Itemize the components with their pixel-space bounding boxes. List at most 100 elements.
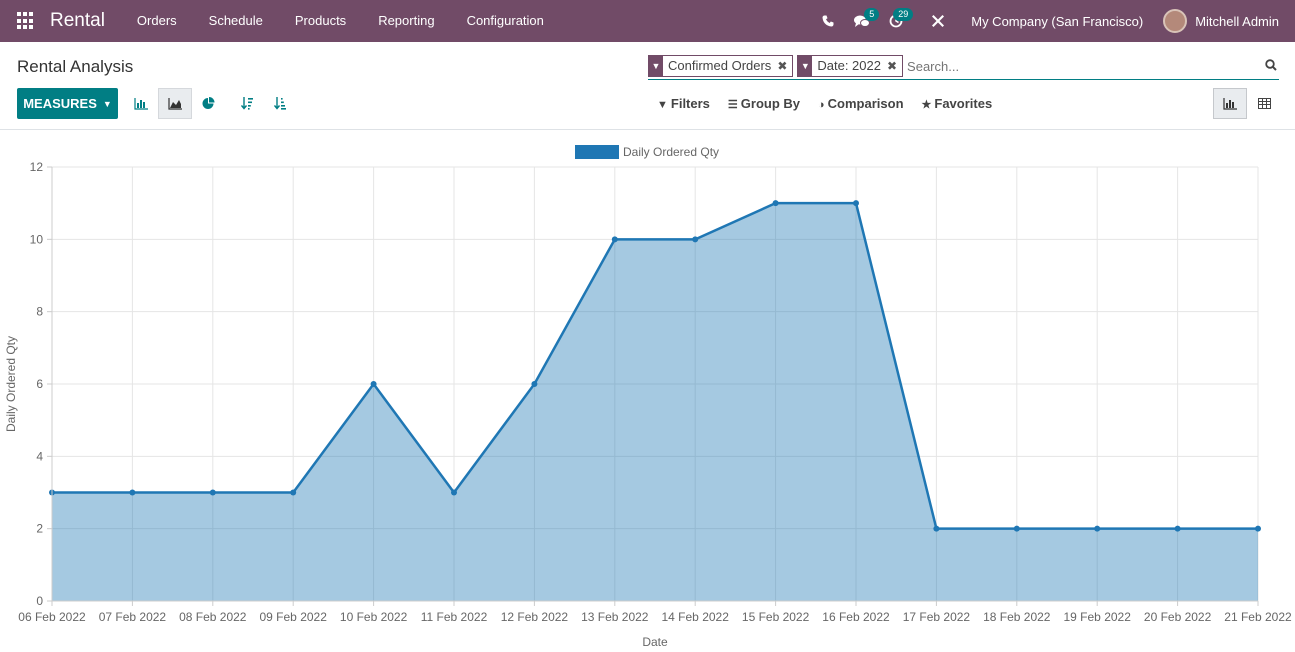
pivot-view-button[interactable]: [1247, 88, 1281, 119]
x-tick-label: 08 Feb 2022: [179, 610, 247, 624]
chat-icon[interactable]: 5: [845, 0, 880, 42]
x-tick-label: 18 Feb 2022: [983, 610, 1051, 624]
data-point: [451, 489, 457, 496]
menu-item-schedule[interactable]: Schedule: [193, 0, 279, 42]
sort-ascending-button[interactable]: [263, 88, 297, 119]
user-avatar[interactable]: [1163, 9, 1188, 33]
filters-dropdown[interactable]: ▼ Filters: [657, 96, 710, 111]
search-bar: ▼ Confirmed Orders ✖ ▼ Date: 2022 ✖: [648, 53, 1279, 80]
filter-icon: ▼: [649, 56, 663, 76]
star-icon: ★: [921, 99, 932, 111]
user-menu[interactable]: Mitchell Admin: [1195, 14, 1279, 29]
x-tick-label: 21 Feb 2022: [1224, 610, 1292, 624]
search-input[interactable]: [907, 55, 1265, 77]
filter-icon: ▼: [657, 99, 668, 111]
legend-swatch: [575, 145, 619, 159]
x-tick-label: 17 Feb 2022: [903, 610, 971, 624]
navbar-systray: 5 29 My Company (San Francisco) Mitchell…: [811, 0, 1295, 42]
data-point: [1013, 525, 1020, 532]
menu-item-configuration[interactable]: Configuration: [451, 0, 560, 42]
chart-series-area: [49, 200, 1261, 601]
x-tick-label: 09 Feb 2022: [260, 610, 328, 624]
x-tick-label: 16 Feb 2022: [822, 610, 890, 624]
facet-date-2022: ▼ Date: 2022 ✖: [797, 55, 904, 77]
legend-label: Daily Ordered Qty: [623, 145, 719, 159]
y-tick-label: 2: [36, 522, 43, 536]
measures-button[interactable]: MEASURES ▼: [17, 88, 118, 119]
area-chart: 0 2 4 6 8 10 12 06 Feb 2022 07 Feb 2022 08 Feb 20…: [4, 145, 1292, 649]
x-tick-label: 15 Feb 2022: [742, 610, 810, 624]
x-axis-title: Date: [642, 635, 668, 649]
table-icon: [1257, 98, 1271, 109]
data-point: [1174, 525, 1181, 532]
x-tick-label: 12 Feb 2022: [501, 610, 569, 624]
facet-label: Confirmed Orders: [668, 58, 772, 73]
data-point: [370, 381, 377, 387]
group-by-label: Group By: [740, 96, 801, 111]
main-menu: Orders Schedule Products Reporting Confi…: [121, 0, 560, 42]
x-tick-label: 11 Feb 2022: [421, 610, 488, 624]
favorites-dropdown[interactable]: ★ Favorites: [922, 96, 993, 111]
x-tick-label: 07 Feb 2022: [99, 610, 167, 624]
data-point: [692, 236, 699, 243]
x-tick-label: 13 Feb 2022: [581, 610, 649, 624]
menu-item-products[interactable]: Products: [279, 0, 362, 42]
y-tick-label: 0: [36, 594, 43, 608]
line-chart-button[interactable]: [158, 88, 192, 119]
filters-label: Filters: [670, 96, 710, 111]
favorites-label: Favorites: [934, 96, 993, 111]
apps-menu-icon[interactable]: [17, 12, 35, 30]
facet-confirmed-orders: ▼ Confirmed Orders ✖: [648, 55, 794, 77]
activities-badge: 29: [893, 8, 914, 21]
app-brand[interactable]: Rental: [50, 10, 105, 32]
x-tick-label: 06 Feb 2022: [18, 610, 86, 624]
y-tick-label: 8: [36, 305, 43, 319]
bar-chart-button[interactable]: [124, 88, 158, 119]
pie-chart-icon: [202, 97, 214, 109]
company-switcher[interactable]: My Company (San Francisco): [971, 14, 1143, 29]
graph-view-button[interactable]: [1213, 88, 1247, 119]
y-tick-label: 12: [30, 160, 44, 174]
x-tick-label: 10 Feb 2022: [340, 610, 408, 624]
sort-descending-button[interactable]: [230, 88, 264, 119]
search-options: ▼ Filters ☰ Group By ◑ Comparison ★ Favorite…: [657, 96, 1010, 111]
data-point: [1094, 525, 1101, 532]
area-chart-icon: [168, 97, 182, 110]
y-axis-title: Daily Ordered Qty: [4, 336, 18, 432]
data-point: [290, 489, 297, 496]
adjust-icon: ◑: [818, 99, 825, 111]
x-tick-label: 20 Feb 2022: [1144, 610, 1212, 624]
facet-label: Date: 2022: [817, 58, 881, 73]
data-point: [853, 200, 859, 207]
data-point: [1255, 525, 1261, 532]
data-point: [129, 489, 136, 496]
sort-descending-icon: [241, 97, 253, 110]
chart-legend[interactable]: Daily Ordered Qty: [575, 145, 719, 159]
y-tick-label: 6: [36, 377, 43, 391]
caret-down-icon: ▼: [102, 98, 112, 109]
group-by-dropdown[interactable]: ☰ Group By: [728, 96, 800, 111]
comparison-dropdown[interactable]: ◑ Comparison: [818, 96, 904, 111]
top-navbar: Rental Orders Schedule Products Reportin…: [0, 0, 1295, 42]
x-tick-label: 19 Feb 2022: [1064, 610, 1132, 624]
data-point: [209, 489, 216, 496]
data-point: [772, 200, 779, 207]
remove-facet-icon[interactable]: ✖: [887, 56, 902, 76]
menu-item-reporting[interactable]: Reporting: [362, 0, 450, 42]
menu-item-orders[interactable]: Orders: [121, 0, 193, 42]
remove-facet-icon[interactable]: ✖: [777, 56, 792, 76]
bar-chart-icon: [1223, 97, 1237, 110]
page-title: Rental Analysis: [17, 57, 134, 76]
list-icon: ☰: [727, 99, 738, 111]
measures-label: MEASURES: [23, 96, 97, 111]
sort-ascending-icon: [274, 97, 286, 110]
search-icon[interactable]: [1265, 58, 1277, 74]
tools-icon[interactable]: [921, 0, 955, 42]
y-tick-label: 4: [36, 449, 43, 463]
y-tick-label: 10: [30, 232, 44, 246]
pie-chart-button[interactable]: [191, 88, 225, 119]
series-area-fill: [52, 203, 1258, 601]
data-point: [611, 236, 618, 243]
clock-icon[interactable]: 29: [879, 0, 914, 42]
phone-icon[interactable]: [811, 0, 845, 42]
